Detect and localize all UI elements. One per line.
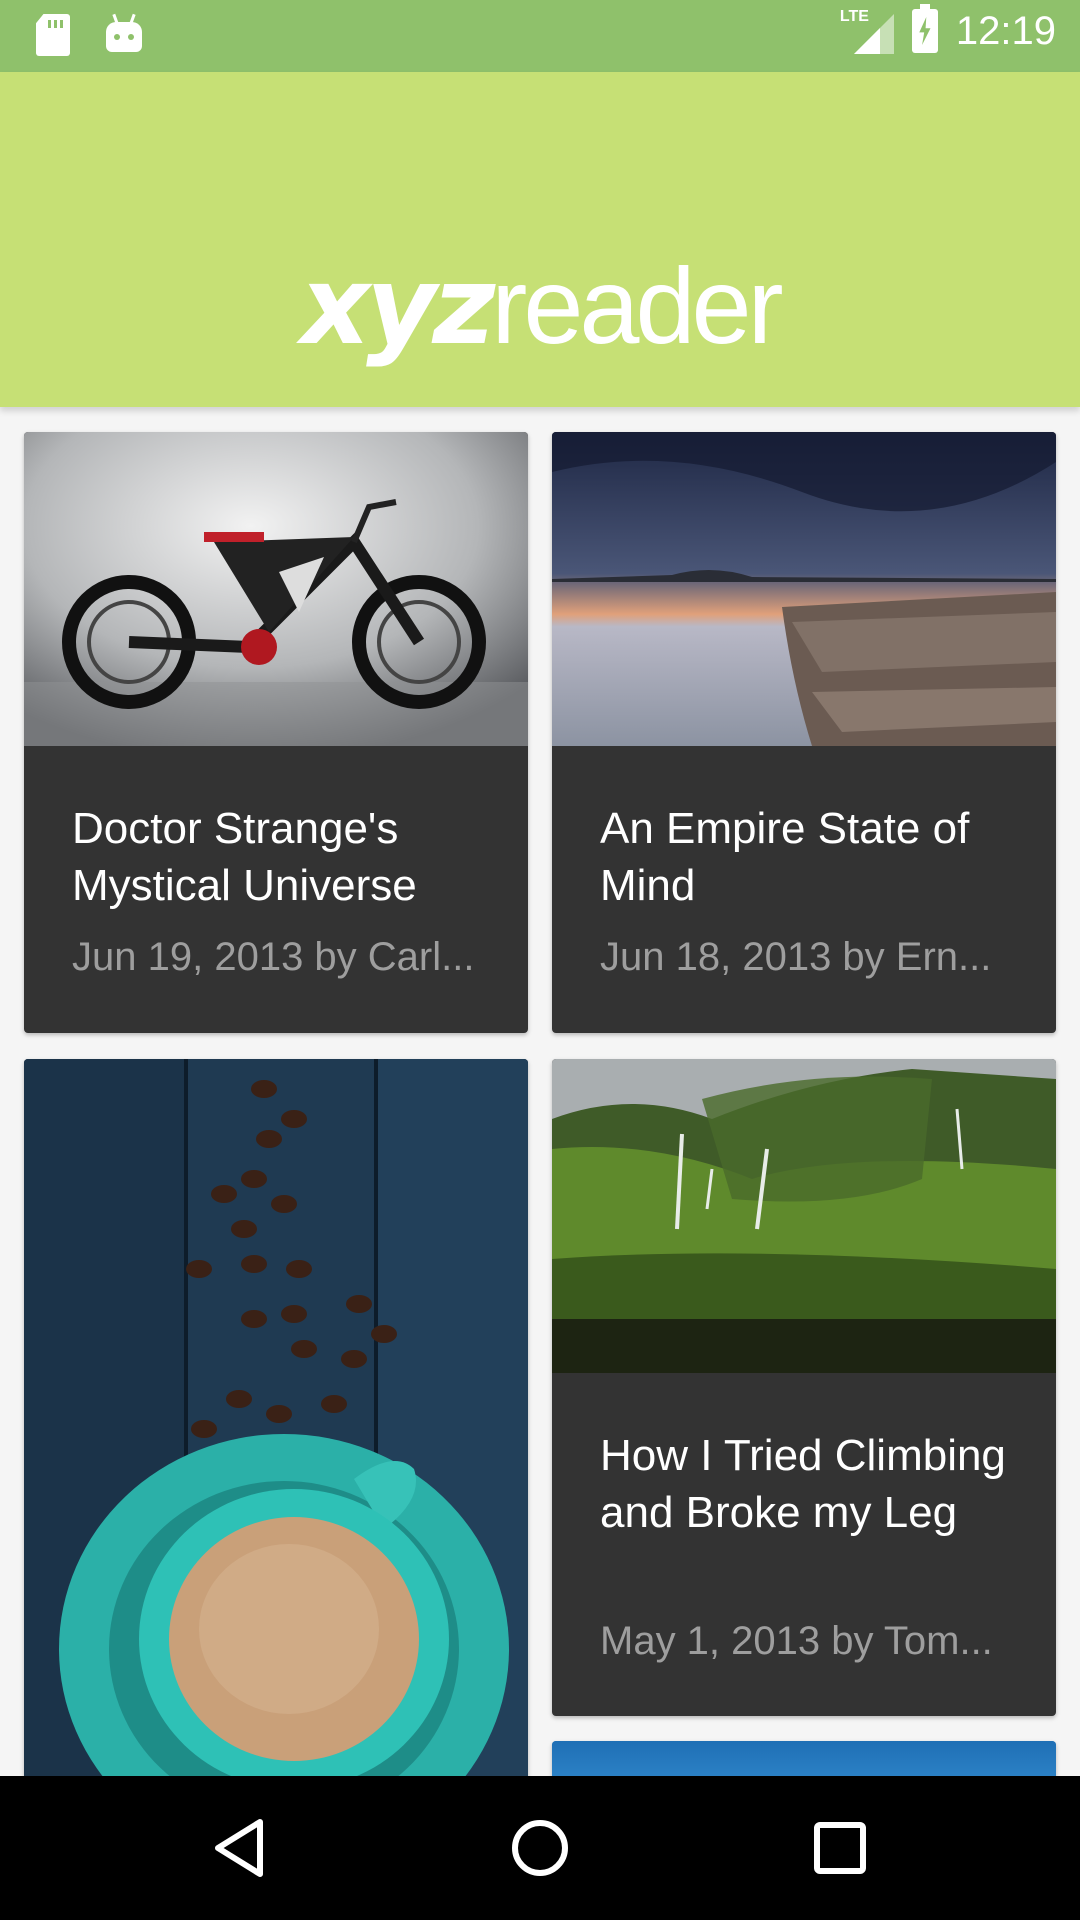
recents-button[interactable] [800, 1808, 880, 1888]
article-title: How I Tried Climbing and Broke my Leg [600, 1431, 1006, 1537]
back-button[interactable] [200, 1808, 280, 1888]
signal-icon: LTE [840, 8, 894, 54]
home-icon [512, 1820, 568, 1876]
app-bar: xyzreader [0, 72, 1080, 407]
article-image-bicycle [24, 432, 528, 746]
app-logo: xyzreader [0, 252, 1080, 361]
article-card[interactable]: An Empire State of Mind Jun 18, 2013 by … [552, 432, 1056, 1033]
back-icon [215, 1819, 263, 1877]
article-meta: Jun 19, 2013 by Carl... [72, 935, 475, 979]
article-card[interactable]: Doctor Strange's Mystical Universe Jun 1… [24, 432, 528, 1033]
navigation-bar [0, 1776, 1080, 1920]
article-image-coffee [24, 1059, 528, 1819]
article-title: An Empire State of Mind [600, 804, 970, 910]
home-button[interactable] [500, 1808, 580, 1888]
logo-light-text: reader [491, 245, 783, 366]
logo-bold-text: xyz [300, 244, 495, 369]
article-image-waterfalls [552, 1059, 1056, 1373]
battery-charging-icon [911, 4, 938, 53]
status-time: 12:19 [955, 8, 1056, 53]
recents-icon [814, 1822, 866, 1874]
article-title: Doctor Strange's Mystical Universe [72, 804, 417, 910]
android-icon [106, 13, 142, 54]
article-card[interactable]: How I Tried Climbing and Broke my Leg Ma… [552, 1059, 1056, 1716]
status-bar: LTE 12:19 [0, 0, 1080, 72]
article-image-seascape [552, 432, 1056, 746]
article-meta: May 1, 2013 by Tom... [600, 1619, 993, 1663]
sd-card-icon [36, 14, 70, 56]
article-card[interactable] [24, 1059, 528, 1819]
article-meta: Jun 18, 2013 by Ern... [600, 935, 992, 979]
